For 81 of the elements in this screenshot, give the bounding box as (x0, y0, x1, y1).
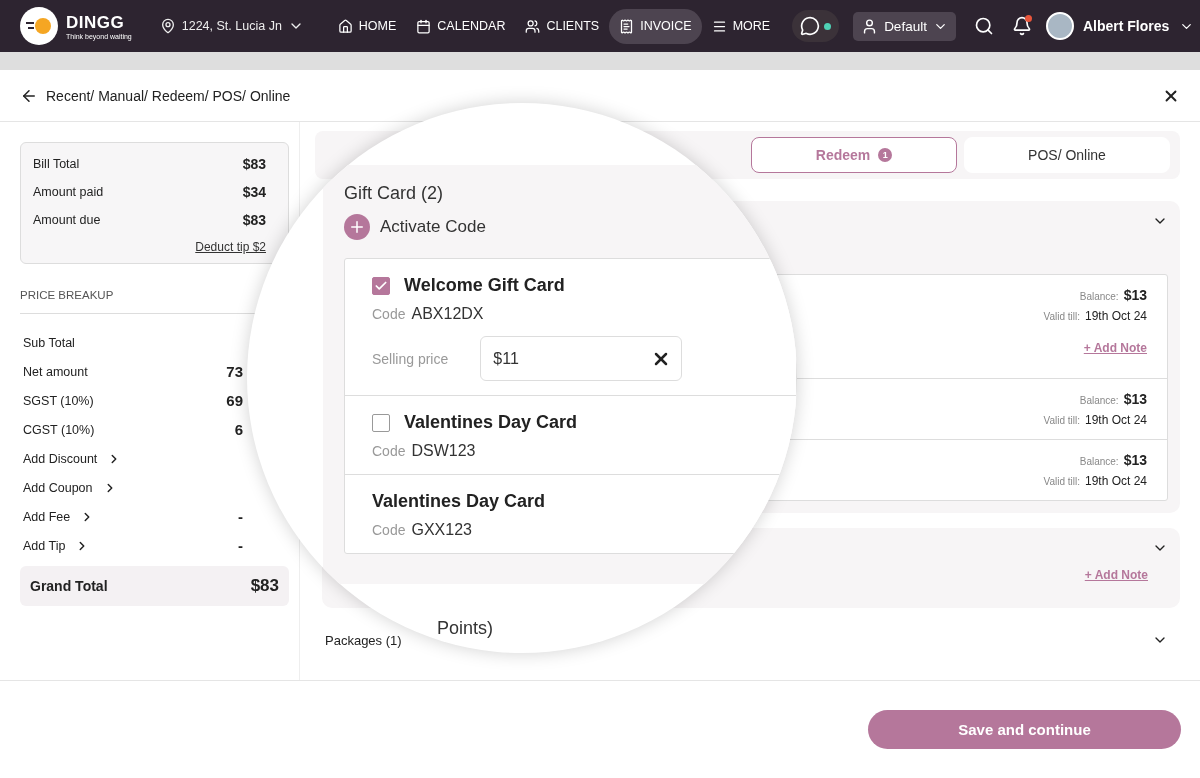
chat-bubble-icon (800, 16, 821, 36)
calendar-icon (416, 18, 432, 34)
summary-value: $83 (242, 156, 266, 172)
breakup-value: 73 (226, 363, 243, 380)
location-selector[interactable]: 1224, St. Lucia Jn (159, 18, 304, 34)
summary-value: $83 (242, 212, 266, 228)
more-icon (711, 18, 727, 34)
page-title: Recent/ Manual/ Redeem/ POS/ Online (46, 87, 292, 104)
user-menu[interactable]: Albert Flores (1082, 18, 1195, 34)
packages-label: Packages (1) (325, 632, 402, 648)
tab[interactable]: POS/ Online (964, 137, 1170, 173)
checkbox[interactable] (372, 413, 390, 432)
nav-item[interactable]: INVOICE (609, 8, 702, 44)
add-item-button[interactable]: Add Coupon (23, 480, 117, 495)
balance-label: Balance: (1079, 291, 1119, 302)
checkbox[interactable] (372, 276, 390, 295)
code-value: ABX12DX (411, 305, 484, 323)
balance-value: $13 (1123, 287, 1147, 303)
nav-item[interactable]: CALENDAR (406, 8, 516, 44)
points-label: Points) (437, 618, 494, 639)
notifications-button[interactable] (1011, 16, 1032, 36)
breakup-label: Sub Total (23, 335, 75, 350)
search-icon (973, 16, 994, 36)
grand-total-label: Grand Total (30, 578, 108, 594)
whatsapp-button[interactable] (792, 10, 840, 42)
gift-card-name: Valentines Day Card (404, 412, 578, 433)
code-label: Code (372, 522, 406, 538)
avatar[interactable] (1045, 12, 1074, 40)
nav-item[interactable]: CLIENTS (515, 8, 610, 44)
valid-till-label: Valid till: (1043, 311, 1080, 322)
valid-till-label: Valid till: (1043, 415, 1080, 426)
selling-price-field[interactable]: $11 (480, 336, 683, 381)
code-label: Code (372, 306, 406, 322)
valid-till-date: 19th Oct 24 (1084, 474, 1147, 488)
count-badge: 1 (878, 148, 893, 162)
selling-price-label: Selling price (372, 350, 449, 367)
summary-label: Bill Total (33, 157, 80, 171)
summary-label: Amount due (33, 213, 101, 227)
logo-icon (20, 7, 58, 45)
nav-item[interactable]: HOME (327, 8, 407, 44)
code-value: GXX123 (411, 521, 472, 539)
home-icon (337, 18, 353, 34)
code-label: Code (372, 443, 406, 459)
invoice-icon (619, 18, 635, 34)
breakup-label: SGST (10%) (23, 393, 94, 408)
breakup-value: - (238, 537, 243, 554)
balance-value: $13 (1123, 391, 1147, 407)
breakup-label: CGST (10%) (23, 422, 95, 437)
breakup-value: 69 (226, 392, 243, 409)
grand-total-value: $83 (250, 576, 279, 596)
breakup-value: - (238, 508, 243, 525)
valid-till-date: 19th Oct 24 (1084, 413, 1147, 427)
balance-label: Balance: (1079, 395, 1119, 406)
gift-card-title: Gift Card (2) (344, 183, 445, 204)
breakup-value: 6 (234, 421, 243, 438)
activate-code-button[interactable]: Activate Code (344, 214, 797, 240)
selling-price-input[interactable]: $11 (491, 348, 612, 369)
bell-icon (1011, 16, 1032, 36)
search-button[interactable] (973, 16, 994, 36)
notification-dot (1024, 15, 1032, 22)
plus-icon (344, 214, 370, 240)
gift-card-name: Valentines Day Card (372, 491, 546, 512)
valid-till-date: 19th Oct 24 (1084, 309, 1147, 323)
add-item-button[interactable]: Add Tip (23, 538, 90, 553)
add-note-link[interactable]: + Add Note (1083, 341, 1147, 355)
add-item-button[interactable]: Add Discount (23, 451, 122, 466)
deduct-tip-link[interactable]: Deduct tip $2 (195, 240, 266, 254)
code-value: DSW123 (411, 442, 476, 460)
nav-item[interactable]: MORE (701, 8, 781, 44)
valid-till-label: Valid till: (1043, 476, 1080, 487)
summary-label: Amount paid (33, 185, 104, 199)
map-pin-icon (159, 18, 176, 34)
profile-dropdown[interactable]: Default (853, 11, 956, 41)
balance-value: $13 (1123, 452, 1147, 468)
gift-card-name: Welcome Gift Card (404, 275, 565, 296)
add-item-button[interactable]: Add Fee (23, 509, 95, 524)
balance-label: Balance: (1079, 456, 1119, 467)
clients-icon (525, 18, 541, 34)
brand-name: DINGG (66, 12, 126, 33)
summary-value: $34 (242, 184, 266, 200)
breakup-label: Net amount (23, 364, 88, 379)
